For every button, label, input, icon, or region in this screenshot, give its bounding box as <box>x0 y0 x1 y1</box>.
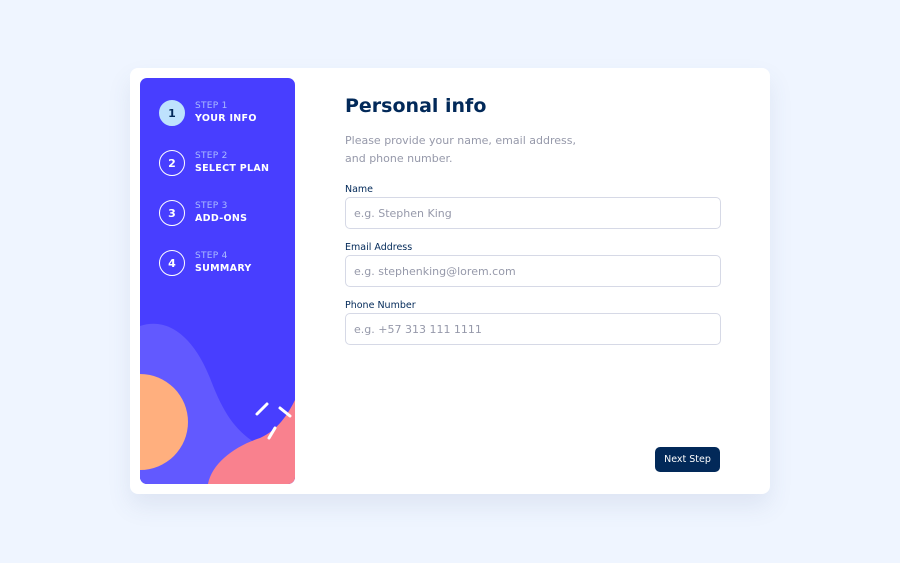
step-number: 2 <box>159 150 185 176</box>
step-label: STEP 2 <box>195 151 228 161</box>
step-title: SELECT PLAN <box>195 163 270 174</box>
email-input[interactable] <box>345 255 721 287</box>
step-1[interactable]: 1 STEP 1 YOUR INFO <box>159 99 257 127</box>
step-2[interactable]: 2 STEP 2 SELECT PLAN <box>159 149 269 177</box>
page-subtitle: Please provide your name, email address,… <box>345 134 576 165</box>
step-number: 4 <box>159 250 185 276</box>
phone-input[interactable] <box>345 313 721 345</box>
step-number: 3 <box>159 200 185 226</box>
step-number: 1 <box>159 100 185 126</box>
name-label: Name <box>345 184 374 195</box>
next-step-button[interactable]: Next Step <box>655 447 720 472</box>
step-title: YOUR INFO <box>195 113 257 124</box>
step-title: ADD-ONS <box>195 213 248 224</box>
phone-label: Phone Number <box>345 300 416 311</box>
step-label: STEP 4 <box>195 251 228 261</box>
form-main: Personal info Please provide your name, … <box>345 68 721 494</box>
form-card: 1 STEP 1 YOUR INFO 2 STEP 2 SELECT PLAN … <box>130 68 770 494</box>
steps-sidebar: 1 STEP 1 YOUR INFO 2 STEP 2 SELECT PLAN … <box>140 78 295 484</box>
step-label: STEP 3 <box>195 201 228 211</box>
page-title: Personal info <box>345 95 487 117</box>
decor-line-1 <box>255 402 269 416</box>
step-4[interactable]: 4 STEP 4 SUMMARY <box>159 249 252 277</box>
step-label: STEP 1 <box>195 101 228 111</box>
step-title: SUMMARY <box>195 263 252 274</box>
sidebar-decoration <box>140 323 295 484</box>
name-input[interactable] <box>345 197 721 229</box>
step-3[interactable]: 3 STEP 3 ADD-ONS <box>159 199 247 227</box>
email-label: Email Address <box>345 242 413 253</box>
